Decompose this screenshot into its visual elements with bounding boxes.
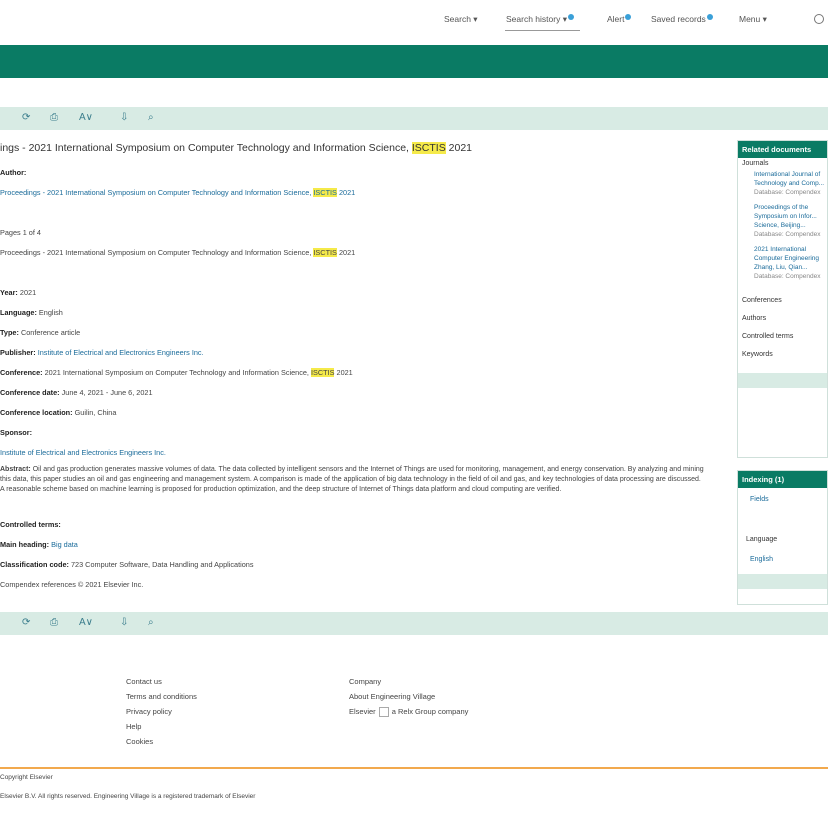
user-icon[interactable] — [814, 14, 824, 24]
nav-search[interactable]: Search ▾ — [444, 14, 478, 25]
source-line: Proceedings - 2021 International Symposi… — [0, 188, 725, 197]
footer-link[interactable]: About Engineering Village — [349, 689, 468, 704]
controlled-terms-label[interactable]: Controlled terms — [738, 331, 827, 343]
record-toolbar-top: ⟳ ⎙ A∨ ⇩ ⌕ — [0, 107, 828, 130]
main-heading-line: Main heading: Big data — [0, 540, 78, 549]
publisher-link[interactable]: Institute of Electrical and Electronics … — [38, 348, 204, 357]
relx-logo-icon — [378, 707, 389, 718]
indexing-header[interactable]: Indexing (1) — [738, 471, 827, 488]
nav-menu[interactable]: Menu ▾ — [739, 14, 767, 25]
related-item[interactable]: Science, Beijing... — [738, 221, 827, 230]
language-label: Language — [746, 536, 778, 543]
record-toolbar-bottom: ⟳ ⎙ A∨ ⇩ ⌕ — [0, 612, 828, 635]
notification-dot-icon — [567, 14, 574, 20]
author-line: Author: — [0, 168, 27, 177]
publisher-line: Publisher: Institute of Electrical and E… — [0, 348, 204, 357]
footer-copyright: Copyright Elsevier — [0, 774, 53, 781]
header-bar — [0, 45, 828, 78]
copyright-line: Compendex references © 2021 Elsevier Inc… — [0, 580, 144, 589]
conferences-label[interactable]: Conferences — [738, 295, 827, 307]
sponsor-link[interactable]: Institute of Electrical and Electronics … — [0, 448, 166, 457]
sponsor-value-line: Institute of Electrical and Electronics … — [0, 448, 725, 457]
language-line: Language: English — [0, 308, 63, 317]
top-navigation: Search ▾ Search history ▾ Alert Saved re… — [0, 0, 828, 44]
related-item-db: Database: Compendex — [754, 231, 821, 238]
footer-column-2: Company About Engineering Village Elsevi… — [349, 674, 468, 719]
journals-label: Journals — [742, 160, 769, 167]
refresh-icon[interactable]: ⟳ — [22, 617, 30, 628]
active-nav-underline — [505, 30, 580, 31]
notification-dot-icon — [625, 14, 632, 20]
related-item[interactable]: 2021 International — [738, 245, 827, 254]
conference-line: Conference: 2021 International Symposium… — [0, 368, 353, 377]
related-item-db: Database: Compendex — [754, 273, 821, 280]
nav-alert[interactable]: Alert — [607, 14, 632, 24]
footer-link[interactable]: Cookies — [126, 734, 197, 749]
authors-label[interactable]: Authors — [738, 313, 827, 325]
related-item[interactable]: Technology and Comp... — [738, 179, 827, 188]
source-link[interactable]: Proceedings - 2021 International Symposi… — [0, 188, 355, 197]
main-heading-link[interactable]: Big data — [51, 540, 78, 549]
related-item[interactable]: Zhang, Liu, Qian... — [738, 263, 827, 272]
related-item-db: Database: Compendex — [754, 189, 821, 196]
footer-link[interactable]: Help — [126, 719, 197, 734]
classification-line: Classification code: 723 Computer Softwa… — [0, 560, 254, 569]
footer-link[interactable]: Company — [349, 674, 468, 689]
related-item[interactable]: Proceedings of the — [738, 203, 827, 212]
language-item[interactable]: English — [738, 554, 827, 566]
year-line: Year: 2021 — [0, 288, 37, 297]
footer-link[interactable]: Terms and conditions — [126, 689, 197, 704]
record-title: ings - 2021 International Symposium on C… — [0, 142, 472, 154]
footer-legal: Elsevier B.V. All rights reserved. Engin… — [0, 793, 256, 800]
print-icon[interactable]: ⎙ — [50, 112, 58, 123]
print-icon[interactable]: ⎙ — [50, 617, 58, 628]
refresh-icon[interactable]: ⟳ — [22, 112, 30, 123]
pages-line: Pages 1 of 4 — [0, 228, 41, 237]
related-item[interactable]: International Journal of — [738, 170, 827, 179]
indexing-item[interactable]: Fields — [738, 494, 827, 506]
footer-column-1: Contact us Terms and conditions Privacy … — [126, 674, 197, 749]
notification-dot-icon — [706, 14, 713, 20]
export-icon[interactable]: ⇩ — [120, 112, 128, 123]
font-size-icon[interactable]: A∨ — [79, 112, 93, 123]
panel-footer-band — [738, 574, 827, 589]
abstract-text: Abstract: Oil and gas production generat… — [0, 466, 704, 493]
related-item[interactable]: Computer Engineering — [738, 254, 827, 263]
footer-link[interactable]: Privacy policy — [126, 704, 197, 719]
footer-link[interactable]: Contact us — [126, 674, 197, 689]
related-item[interactable]: Symposium on Infor... — [738, 212, 827, 221]
export-icon[interactable]: ⇩ — [120, 617, 128, 628]
panel-footer-band — [738, 373, 827, 388]
conference-date-line: Conference date: June 4, 2021 - June 6, … — [0, 388, 153, 397]
conference-location-line: Conference location: Guilin, China — [0, 408, 117, 417]
related-documents-panel: Related documents Journals International… — [737, 140, 828, 458]
font-size-icon[interactable]: A∨ — [79, 617, 93, 628]
footer-elsevier-line: Elsevier a Relx Group company — [349, 707, 469, 718]
keywords-label[interactable]: Keywords — [738, 349, 827, 361]
search-icon[interactable]: ⌕ — [148, 617, 154, 628]
sponsor-line: Sponsor: — [0, 428, 33, 437]
related-documents-header[interactable]: Related documents — [738, 141, 827, 158]
doctype-line: Type: Conference article — [0, 328, 81, 337]
indexing-panel: Indexing (1) Fields Language English — [737, 470, 828, 605]
nav-saved-records[interactable]: Saved records — [651, 14, 713, 24]
nav-search-history[interactable]: Search history ▾ — [506, 14, 574, 25]
controlled-terms-line: Controlled terms: — [0, 520, 61, 529]
volume-line: Proceedings - 2021 International Symposi… — [0, 248, 356, 257]
search-icon[interactable]: ⌕ — [148, 112, 154, 123]
footer-divider — [0, 767, 828, 769]
